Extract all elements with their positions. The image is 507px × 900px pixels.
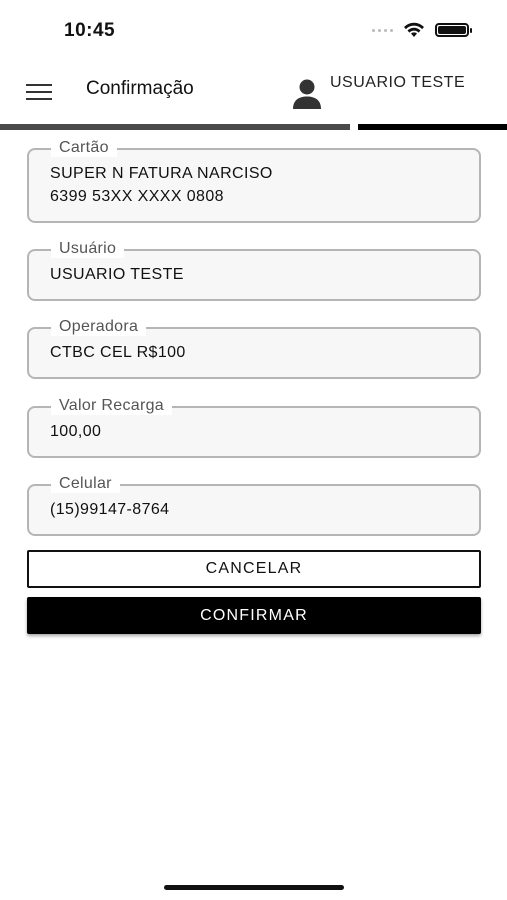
cartao-field[interactable]: Cartão SUPER N FATURA NARCISO 6399 53XX … — [27, 139, 481, 223]
operadora-field[interactable]: Operadora CTBC CEL R$100 — [27, 318, 481, 379]
progress-step-2 — [358, 124, 507, 130]
battery-icon — [435, 23, 472, 37]
cartao-label: Cartão — [51, 139, 117, 157]
operadora-label: Operadora — [51, 318, 147, 336]
step-progress-bar — [0, 124, 507, 130]
usuario-value: USUARIO TESTE — [50, 266, 184, 283]
home-indicator[interactable] — [164, 885, 344, 890]
celular-field[interactable]: Celular (15)99147-8764 — [27, 475, 481, 536]
status-bar: 10:45 — [0, 0, 507, 60]
progress-step-1 — [0, 124, 350, 130]
cartao-number-value: 6399 53XX XXXX 0808 — [50, 188, 224, 205]
valor-recarga-label: Valor Recarga — [51, 397, 172, 415]
valor-recarga-value: 100,00 — [50, 423, 102, 440]
operadora-value: CTBC CEL R$100 — [50, 344, 186, 361]
page-title: Confirmação — [86, 78, 194, 99]
usuario-label: Usuário — [51, 240, 125, 258]
status-time: 10:45 — [64, 20, 116, 41]
user-profile[interactable]: USUARIO TESTE — [292, 74, 465, 110]
user-name: USUARIO TESTE — [330, 74, 466, 91]
celular-value: (15)99147-8764 — [50, 501, 170, 518]
valor-recarga-field[interactable]: Valor Recarga 100,00 — [27, 397, 481, 458]
usuario-field[interactable]: Usuário USUARIO TESTE — [27, 240, 481, 301]
cartao-name-value: SUPER N FATURA NARCISO — [50, 165, 273, 182]
app-bar: Confirmação USUARIO TESTE — [0, 60, 507, 124]
celular-label: Celular — [51, 475, 120, 493]
person-icon — [293, 79, 321, 109]
wifi-icon — [404, 22, 424, 37]
confirm-button[interactable]: CONFIRMAR — [27, 597, 481, 634]
status-icons — [372, 22, 472, 38]
cellular-signal-icon — [372, 28, 393, 32]
cancel-button[interactable]: CANCELAR — [27, 550, 481, 588]
hamburger-menu-icon[interactable] — [26, 84, 52, 102]
